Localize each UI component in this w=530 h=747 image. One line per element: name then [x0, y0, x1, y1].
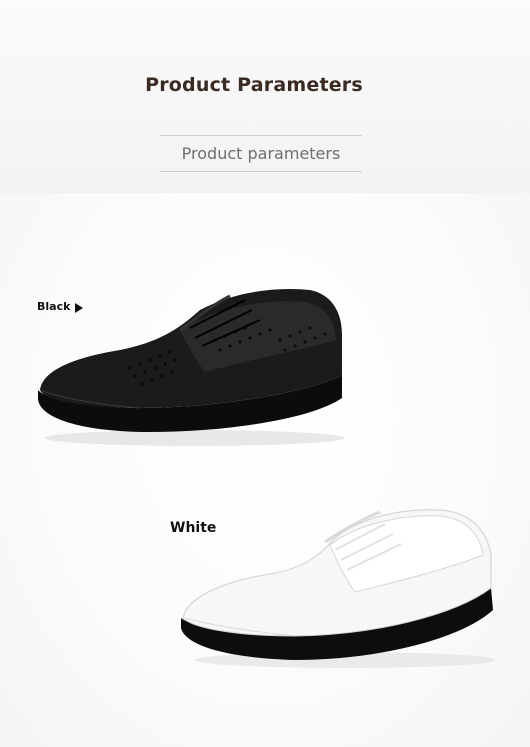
- white-shoe-image: [181, 509, 495, 668]
- page-title: Product Parameters: [145, 74, 363, 96]
- divider-bottom: [160, 171, 362, 172]
- section-header: Product Parameters Product parameters: [0, 0, 530, 193]
- variant-label-black: Black: [37, 300, 71, 313]
- variant-label-white: White: [170, 520, 217, 536]
- triangle-right-icon: [75, 303, 83, 313]
- divider-top: [160, 135, 362, 136]
- section-subtitle: Product parameters: [181, 144, 341, 163]
